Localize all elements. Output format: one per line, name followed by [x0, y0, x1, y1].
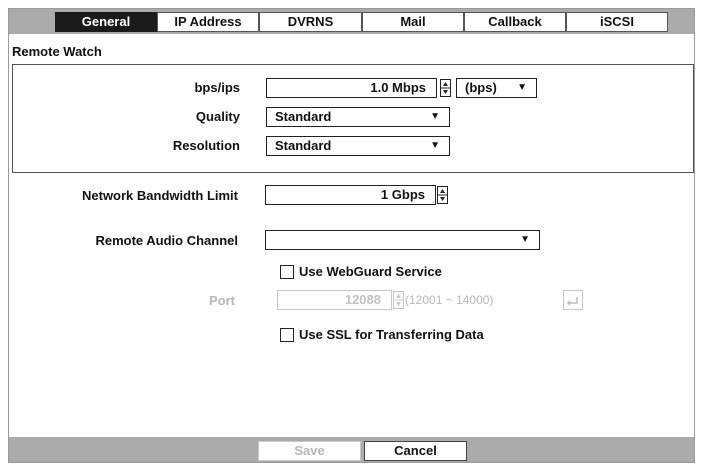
- webguard-label: Use WebGuard Service: [299, 264, 442, 279]
- port-value: 12088: [344, 292, 381, 307]
- cancel-button[interactable]: Cancel: [364, 441, 467, 461]
- unit-select[interactable]: (bps) ▼: [456, 78, 537, 98]
- dropdown-caret-icon: ▼: [430, 140, 440, 151]
- section-title-remote-watch: Remote Watch: [12, 44, 102, 59]
- unit-value: (bps): [465, 80, 497, 95]
- tab-bar: General IP Address DVRNS Mail Callback i…: [9, 9, 694, 34]
- bps-field[interactable]: 1.0 Mbps: [266, 78, 437, 98]
- save-button[interactable]: Save: [258, 441, 361, 461]
- ssl-label: Use SSL for Transferring Data: [299, 327, 484, 342]
- bps-label: bps/ips: [194, 80, 240, 95]
- network-bandwidth-label: Network Bandwidth Limit: [82, 188, 238, 203]
- reset-arrow-icon[interactable]: [563, 290, 583, 310]
- dropdown-caret-icon: ▼: [517, 82, 527, 93]
- resolution-select[interactable]: Standard ▼: [266, 136, 450, 156]
- bps-value: 1.0 Mbps: [370, 80, 426, 95]
- remote-audio-select[interactable]: ▼: [265, 230, 540, 250]
- port-range: (12001 ~ 14000): [405, 293, 494, 307]
- tab-callback[interactable]: Callback: [464, 12, 566, 32]
- tab-iscsi[interactable]: iSCSI: [566, 12, 668, 32]
- bandwidth-spin-icon[interactable]: [437, 186, 448, 204]
- resolution-label: Resolution: [172, 138, 240, 153]
- dropdown-caret-icon: ▼: [430, 111, 440, 122]
- bps-spin-icon[interactable]: [440, 79, 451, 97]
- tab-mail[interactable]: Mail: [362, 12, 464, 32]
- remote-audio-label: Remote Audio Channel: [95, 233, 238, 248]
- port-field[interactable]: 12088: [277, 290, 392, 310]
- network-bandwidth-value: 1 Gbps: [380, 187, 425, 202]
- resolution-value: Standard: [275, 138, 332, 153]
- tab-general[interactable]: General: [55, 12, 157, 32]
- dropdown-caret-icon: ▼: [520, 234, 530, 245]
- port-spin-icon[interactable]: [393, 291, 404, 309]
- webguard-checkbox[interactable]: [280, 265, 294, 279]
- tab-ip-address[interactable]: IP Address: [157, 12, 259, 32]
- network-bandwidth-field[interactable]: 1 Gbps: [265, 185, 436, 205]
- port-label: Port: [209, 293, 235, 308]
- quality-select[interactable]: Standard ▼: [266, 107, 450, 127]
- tab-dvrns[interactable]: DVRNS: [259, 12, 362, 32]
- quality-label: Quality: [195, 109, 240, 124]
- quality-value: Standard: [275, 109, 332, 124]
- ssl-checkbox[interactable]: [280, 328, 294, 342]
